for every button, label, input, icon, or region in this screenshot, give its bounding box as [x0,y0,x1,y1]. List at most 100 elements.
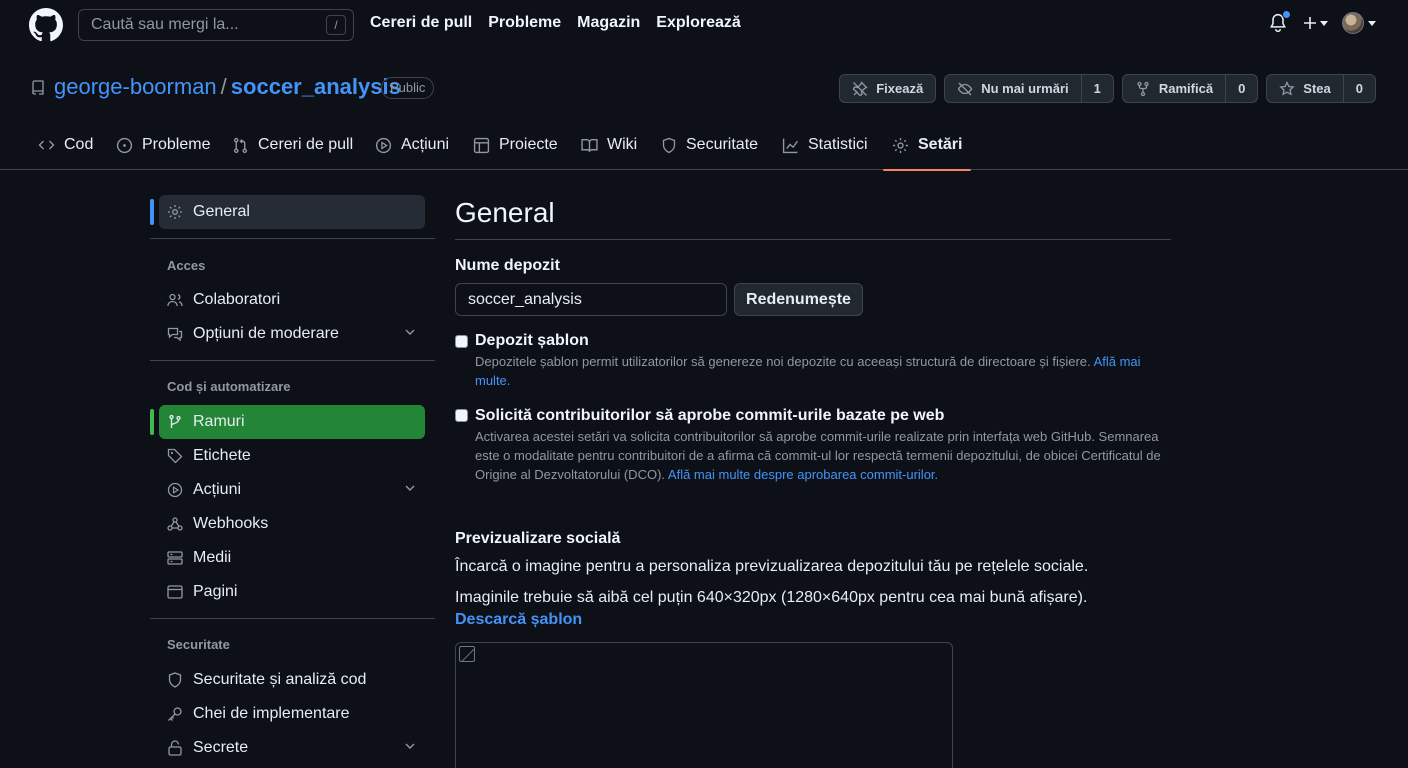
fork-button[interactable]: Ramifică 0 [1121,74,1259,103]
play-icon [375,137,392,154]
star-button[interactable]: Stea 0 [1266,74,1376,103]
unwatch-label: Nu mai urmări [981,81,1069,96]
repo-name-link[interactable]: soccer_analysis [231,74,401,99]
search-shortcut-key: / [326,15,346,35]
tab-insights-label: Statistici [808,136,868,153]
sidebar-item-webhooks[interactable]: Webhooks [159,507,425,541]
lock-icon [167,740,183,756]
tab-pull-requests[interactable]: Cereri de pull [232,120,353,170]
user-menu[interactable] [1342,12,1376,34]
avatar [1342,12,1364,34]
github-logo-icon[interactable] [29,8,63,42]
sidebar-item-pages[interactable]: Pagini [159,575,425,609]
plus-icon [1303,16,1317,30]
chevron-down-icon [405,329,415,336]
sidebar-item-label: Secrete [193,739,249,756]
tab-security-label: Securitate [686,136,759,153]
tag-icon [167,448,183,464]
browser-icon [167,584,183,600]
download-template-link[interactable]: Descarcă șablon [455,611,582,629]
nav-explore[interactable]: Explorează [656,14,740,32]
template-title: Depozit șablon [475,332,589,349]
sidebar-item-deploy-keys[interactable]: Chei de implementare [159,697,425,731]
nav-issues[interactable]: Probleme [488,14,561,32]
social-preview-line1: Încarcă o imagine pentru a personaliza p… [455,558,1089,575]
gear-icon [892,137,909,154]
code-icon [38,137,55,153]
signoff-description: Activarea acestei setări va solicita con… [475,427,1175,484]
social-preview-title: Previzualizare socială [455,530,621,547]
tab-insights[interactable]: Statistici [782,120,868,170]
sidebar-item-collaborators[interactable]: Colaboratori [159,283,425,317]
pin-button[interactable]: Fixează [839,74,937,103]
pin-label: Fixează [876,81,924,96]
git-branch-icon [167,414,183,430]
divider [150,238,435,239]
social-preview-image[interactable] [455,642,953,768]
tab-security[interactable]: Securitate [661,120,758,170]
signoff-title: Solicită contribuitorilor să aprobe comm… [475,407,945,424]
selected-indicator [150,199,154,225]
tab-settings[interactable]: Setări [882,120,973,171]
star-count[interactable]: 0 [1342,75,1375,102]
issue-icon [116,137,133,154]
book-icon [581,137,598,154]
tab-projects[interactable]: Proiecte [473,120,558,170]
sidebar-item-label: General [193,203,250,220]
tab-settings-label: Setări [918,136,963,153]
social-preview-line2: Imaginile trebuie să aibă cel puțin 640×… [455,589,1088,606]
signoff-learn-more-link[interactable]: Află mai multe despre aprobarea commit-u… [668,467,938,482]
watch-count[interactable]: 1 [1080,75,1113,102]
sidebar-item-label: Etichete [193,447,251,464]
signoff-checkbox[interactable] [455,409,468,422]
tab-code[interactable]: Cod [38,120,93,170]
shield-icon [167,672,183,688]
key-icon [167,706,183,722]
fork-count[interactable]: 0 [1225,75,1257,102]
sidebar-item-branches[interactable]: Ramuri [159,405,425,439]
repo-header: george-boorman / soccer_analysis Public Fi… [0,60,1408,116]
sidebar-item-general[interactable]: General [159,195,425,229]
fork-label: Ramifică [1158,81,1214,96]
unwatch-button[interactable]: Nu mai urmări 1 [944,74,1114,103]
table-icon [473,137,490,154]
tab-issues[interactable]: Probleme [116,120,210,170]
bell-icon[interactable] [1269,10,1291,33]
star-icon [1279,80,1295,97]
search-input[interactable]: Caută sau mergi la... / [78,9,354,41]
pin-icon [852,80,868,97]
server-icon [167,550,183,566]
template-description-text: Depozitele șablon permit utilizatorilor … [475,354,1091,369]
tab-actions[interactable]: Acțiuni [375,120,449,170]
repo-name-input[interactable]: soccer_analysis [455,283,727,316]
nav-marketplace[interactable]: Magazin [577,14,640,32]
repo-name-label: Nume depozit [455,257,560,274]
global-nav: Cereri de pull Probleme Magazin Explorea… [370,14,741,32]
fork-icon [1135,81,1151,97]
sidebar-item-label: Securitate și analiză cod [193,671,367,688]
nav-pull-requests[interactable]: Cereri de pull [370,14,472,32]
template-checkbox[interactable] [455,335,468,348]
tab-wiki[interactable]: Wiki [581,120,637,170]
sidebar-item-environments[interactable]: Medii [159,541,425,575]
sidebar-item-moderation[interactable]: Opțiuni de moderare [159,317,425,351]
sidebar-item-label: Colaboratori [193,291,281,308]
tab-projects-label: Proiecte [499,136,558,153]
chevron-down-icon [405,485,415,492]
sidebar-item-secrets[interactable]: Secrete [159,731,425,765]
broken-image-icon [459,646,475,662]
sidebar-item-actions[interactable]: Acțiuni [159,473,425,507]
rename-button[interactable]: Redenumește [734,283,863,316]
tab-pull-requests-label: Cereri de pull [258,136,354,153]
repo-separator: / [220,74,227,99]
sidebar-item-security-analysis[interactable]: Securitate și analiză cod [159,663,425,697]
sidebar-item-label: Webhooks [193,515,269,532]
sidebar-item-tags[interactable]: Etichete [159,439,425,473]
create-new-menu[interactable] [1303,16,1328,30]
repo-owner-link[interactable]: george-boorman [54,74,217,99]
divider [150,618,435,619]
chevron-down-icon [405,743,415,750]
people-icon [167,292,183,308]
tab-wiki-label: Wiki [607,136,638,153]
divider [150,360,435,361]
